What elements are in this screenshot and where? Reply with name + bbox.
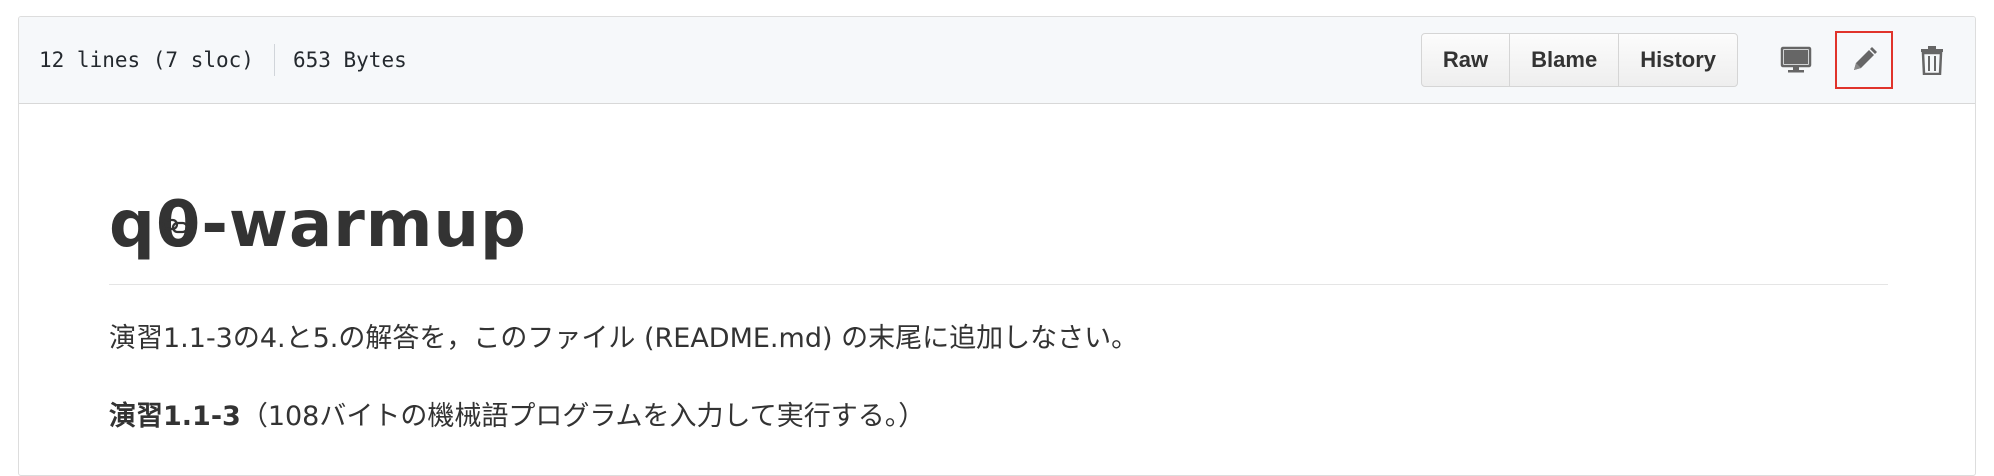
file-box: 12 lines (7 sloc) 653 Bytes Raw Blame Hi…	[18, 16, 1976, 476]
desktop-icon	[1780, 46, 1812, 73]
trash-icon	[1921, 46, 1943, 75]
file-actions: Raw Blame History	[1420, 17, 1975, 103]
line-count: 12 lines (7 sloc)	[39, 48, 254, 72]
exercise-description: （108バイトの機械語プログラムを入力して実行する。）	[240, 401, 926, 432]
readme-content: q0-warmup 演習1.1-3の4.と5.の解答を，このファイル (READ…	[19, 190, 1975, 435]
raw-button[interactable]: Raw	[1422, 34, 1509, 86]
edit-button[interactable]	[1835, 31, 1893, 89]
history-button[interactable]: History	[1618, 34, 1737, 86]
divider	[273, 44, 275, 76]
blame-button[interactable]: Blame	[1509, 34, 1618, 86]
exercise-label: 演習1.1-3	[109, 401, 241, 432]
view-button-group: Raw Blame History	[1420, 33, 1738, 87]
heading-rule	[109, 284, 1888, 285]
file-info: 12 lines (7 sloc) 653 Bytes	[39, 44, 407, 76]
readme-paragraph: 演習1.1-3の4.と5.の解答を，このファイル (README.md) の末尾…	[109, 323, 1139, 354]
delete-button[interactable]	[1903, 31, 1961, 89]
readme-exercise-line: 演習1.1-3（108バイトの機械語プログラムを入力して実行する。）	[109, 399, 1975, 435]
file-header: 12 lines (7 sloc) 653 Bytes Raw Blame Hi…	[19, 17, 1975, 104]
heading-row: q0-warmup	[109, 190, 1975, 260]
desktop-button[interactable]	[1767, 31, 1825, 89]
file-size: 653 Bytes	[292, 48, 407, 72]
pencil-icon	[1854, 47, 1877, 70]
link-icon[interactable]	[161, 210, 191, 240]
